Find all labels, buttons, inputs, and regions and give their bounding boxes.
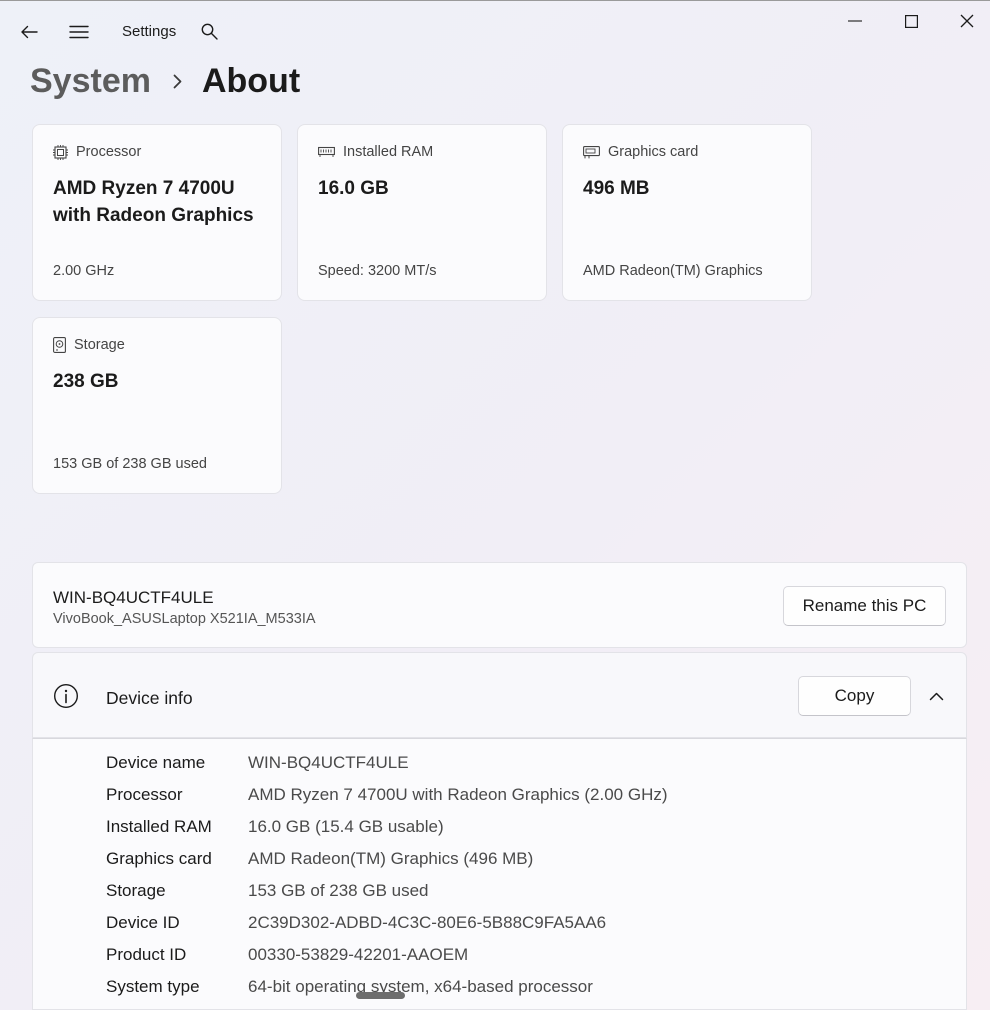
processor-label: Processor [76, 144, 142, 160]
processor-card: Processor AMD Ryzen 7 4700U with Radeon … [32, 124, 282, 301]
collapse-button[interactable] [923, 683, 949, 709]
device-info-row: Processor AMD Ryzen 7 4700U with Radeon … [106, 785, 956, 809]
device-info-label: Installed RAM [106, 817, 212, 836]
device-info-label: Product ID [106, 945, 187, 964]
back-button[interactable] [14, 18, 44, 46]
info-icon [53, 683, 79, 709]
minimize-icon [848, 20, 862, 22]
device-info-label: Device name [106, 753, 206, 772]
chevron-right-icon [173, 74, 182, 89]
storage-usage: 153 GB of 238 GB used [53, 456, 207, 472]
pc-name: WIN-BQ4UCTF4ULE [53, 588, 214, 607]
device-info-row: Device name WIN-BQ4UCTF4ULE [106, 753, 956, 777]
device-info-row: Graphics card AMD Radeon(TM) Graphics (4… [106, 849, 956, 873]
device-info-value[interactable]: 2C39D302-ADBD-4C3C-80E6-5B88C9FA5AA6 [248, 913, 606, 933]
graphics-value: 496 MB [583, 178, 650, 199]
graphics-card: Graphics card 496 MB AMD Radeon(TM) Grap… [562, 124, 812, 301]
device-info-label: Device ID [106, 913, 180, 932]
device-info-value[interactable]: 64-bit operating system, x64-based proce… [248, 977, 593, 997]
storage-card: Storage 238 GB 153 GB of 238 GB used [32, 317, 282, 494]
page-title: About [201, 61, 301, 100]
app-title: Settings [122, 23, 177, 40]
device-info-title: Device info [106, 688, 193, 708]
processor-icon [53, 144, 68, 160]
processor-speed: 2.00 GHz [53, 263, 115, 279]
breadcrumb: System About [30, 58, 300, 104]
maximize-icon [904, 14, 918, 28]
device-info-row: Storage 153 GB of 238 GB used [106, 881, 956, 905]
pc-name-section: WIN-BQ4UCTF4ULE VivoBook_ASUSLaptop X521… [32, 562, 967, 648]
device-info-value[interactable]: 153 GB of 238 GB used [248, 881, 429, 901]
device-info-value[interactable]: 16.0 GB (15.4 GB usable) [248, 817, 444, 837]
pc-model: VivoBook_ASUSLaptop X521IA_M533IA [53, 611, 316, 627]
graphics-label: Graphics card [608, 144, 699, 160]
device-info-label: System type [106, 977, 200, 996]
back-arrow-icon [21, 25, 38, 39]
search-icon [201, 23, 218, 40]
ram-speed: Speed: 3200 MT/s [318, 263, 437, 279]
device-info-label: Storage [106, 881, 166, 900]
copy-button[interactable]: Copy [798, 676, 911, 716]
scroll-indicator[interactable] [356, 992, 405, 999]
device-info-details: Device name WIN-BQ4UCTF4ULE Processor AM… [32, 738, 967, 1010]
storage-drive-icon [53, 337, 66, 353]
device-info-header[interactable]: Device info Copy [32, 652, 967, 738]
device-info-row: Product ID 00330-53829-42201-AAOEM [106, 945, 956, 969]
storage-value: 238 GB [53, 371, 119, 392]
graphics-name: AMD Radeon(TM) Graphics [583, 263, 763, 279]
search-button[interactable] [195, 17, 223, 45]
device-info-value[interactable]: AMD Ryzen 7 4700U with Radeon Graphics (… [248, 785, 668, 805]
close-icon [960, 14, 974, 28]
title-bar: Settings [0, 0, 990, 60]
hamburger-icon [69, 25, 89, 39]
close-button[interactable] [950, 8, 984, 34]
ram-card: Installed RAM 16.0 GB Speed: 3200 MT/s [297, 124, 547, 301]
maximize-button[interactable] [894, 8, 928, 34]
ram-label: Installed RAM [343, 144, 434, 160]
chevron-up-icon [929, 692, 943, 700]
rename-pc-button[interactable]: Rename this PC [783, 586, 946, 626]
minimize-button[interactable] [838, 8, 872, 34]
memory-icon [318, 146, 335, 157]
device-info-label: Graphics card [106, 849, 212, 868]
graphics-card-icon [583, 145, 600, 158]
device-info-label: Processor [106, 785, 183, 804]
device-info-row: Installed RAM 16.0 GB (15.4 GB usable) [106, 817, 956, 841]
navigation-menu-button[interactable] [64, 18, 94, 46]
device-info-value[interactable]: 00330-53829-42201-AAOEM [248, 945, 468, 965]
device-info-value[interactable]: WIN-BQ4UCTF4ULE [248, 753, 409, 773]
breadcrumb-system-link[interactable]: System [30, 62, 151, 101]
device-info-value[interactable]: AMD Radeon(TM) Graphics (496 MB) [248, 849, 533, 869]
processor-value: AMD Ryzen 7 4700U with Radeon Graphics [53, 178, 254, 226]
storage-label: Storage [74, 337, 125, 353]
ram-value: 16.0 GB [318, 178, 389, 199]
device-info-row: Device ID 2C39D302-ADBD-4C3C-80E6-5B88C9… [106, 913, 956, 937]
device-info-row: System type 64-bit operating system, x64… [106, 977, 956, 1001]
